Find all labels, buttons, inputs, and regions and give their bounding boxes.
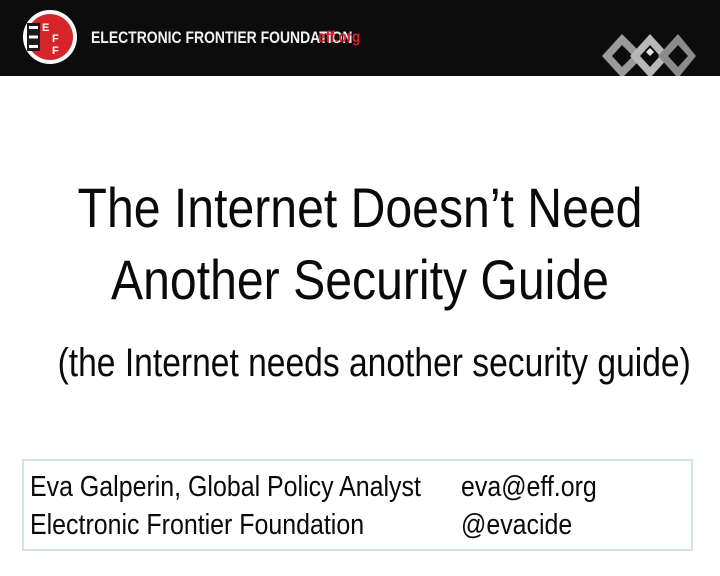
speaker-info-box: Eva Galperin, Global Policy Analyst Elec… [22, 459, 693, 551]
header-bar: E F F ELECTRONIC FRONTIER FOUNDATION eff… [0, 0, 720, 76]
org-name: ELECTRONIC FRONTIER FOUNDATION [91, 28, 353, 47]
conference-logo-icon [602, 34, 696, 76]
slide-title-line-1: The Internet Doesn’t Need [77, 176, 643, 239]
eff-logo-letter-1: E [42, 22, 49, 34]
slide-title-line-2: Another Security Guide [111, 248, 609, 311]
eff-logo-icon: E F F [23, 10, 77, 64]
speaker-name-title: Eva Galperin, Global Policy Analyst [30, 471, 421, 503]
speaker-email: eva@eff.org [461, 471, 597, 503]
eff-logo-letter-2: F [52, 33, 59, 45]
speaker-handle: @evacide [461, 509, 573, 541]
eff-logo-letter-3: F [52, 45, 59, 57]
slide-title: The Internet Doesn’t Need Another Securi… [50, 172, 669, 316]
slide-subtitle: (the Internet needs another security gui… [57, 341, 691, 385]
speaker-organization: Electronic Frontier Foundation [30, 509, 365, 541]
org-url: eff.org [318, 29, 361, 46]
